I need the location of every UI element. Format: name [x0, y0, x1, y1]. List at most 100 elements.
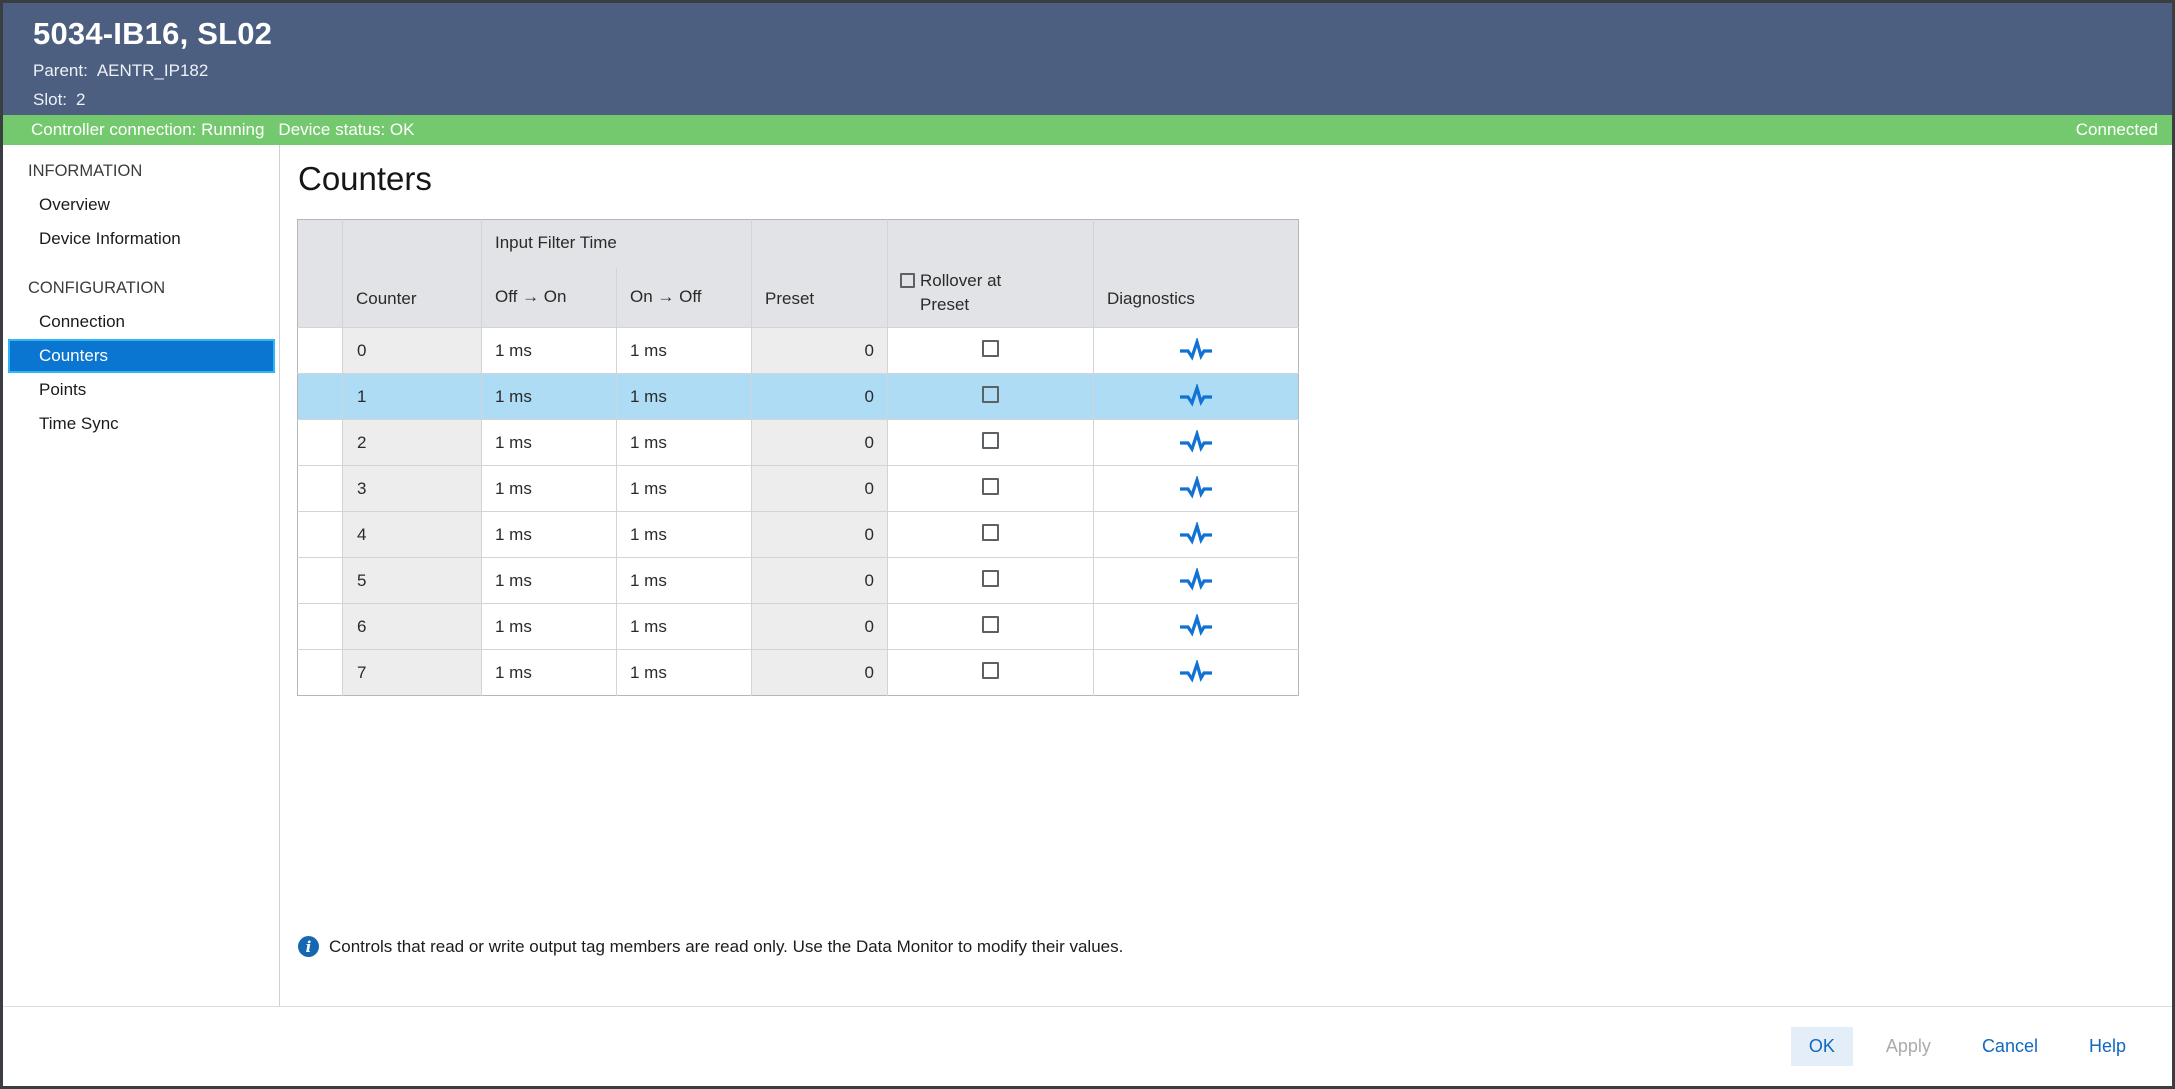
- filter-on-off-cell[interactable]: 1 ms: [617, 420, 752, 466]
- rollover-cell: [888, 512, 1094, 558]
- diagnostics-cell: [1094, 558, 1299, 604]
- slot-line: Slot:2: [33, 90, 2172, 110]
- filter-on-off-cell[interactable]: 1 ms: [617, 650, 752, 696]
- row-selector-cell[interactable]: [298, 512, 343, 558]
- preset-cell: 0: [752, 604, 888, 650]
- table-row: 4 1 ms 1 ms 0: [298, 512, 1299, 558]
- cancel-button[interactable]: Cancel: [1964, 1027, 2056, 1066]
- rollover-checkbox[interactable]: [982, 616, 999, 633]
- ok-button[interactable]: OK: [1791, 1027, 1853, 1066]
- readonly-note: i Controls that read or write output tag…: [298, 936, 1123, 957]
- parent-value: AENTR_IP182: [97, 61, 209, 80]
- page-title: Counters: [298, 160, 2172, 198]
- diagnostics-icon[interactable]: [1178, 476, 1214, 502]
- row-selector-cell[interactable]: [298, 466, 343, 512]
- row-selector-cell[interactable]: [298, 604, 343, 650]
- filter-on-off-cell[interactable]: 1 ms: [617, 558, 752, 604]
- parent-line: Parent:AENTR_IP182: [33, 61, 2172, 81]
- sidebar-section: CONFIGURATION ConnectionCountersPointsTi…: [3, 268, 279, 441]
- table-row: 6 1 ms 1 ms 0: [298, 604, 1299, 650]
- filter-off-on-cell[interactable]: 1 ms: [482, 374, 617, 420]
- row-selector-cell[interactable]: [298, 558, 343, 604]
- diagnostics-icon[interactable]: [1178, 430, 1214, 456]
- connection-status-badge: Connected: [2076, 120, 2158, 140]
- sidebar-item-overview[interactable]: Overview: [3, 188, 279, 222]
- table-row: 1 1 ms 1 ms 0: [298, 374, 1299, 420]
- rollover-cell: [888, 328, 1094, 374]
- sidebar-nav: INFORMATION OverviewDevice Information C…: [3, 145, 280, 1006]
- diagnostics-icon[interactable]: [1178, 660, 1214, 686]
- counters-table: Counter Input Filter Time Preset Rollove…: [297, 219, 1299, 696]
- sidebar-item-connection[interactable]: Connection: [3, 305, 279, 339]
- preset-cell: 0: [752, 328, 888, 374]
- slot-label: Slot:: [33, 90, 67, 109]
- title-bar: 5034-IB16, SL02 Parent:AENTR_IP182 Slot:…: [3, 3, 2172, 115]
- row-selector-cell[interactable]: [298, 650, 343, 696]
- sidebar-item-points[interactable]: Points: [3, 373, 279, 407]
- diagnostics-icon[interactable]: [1178, 384, 1214, 410]
- sidebar-item-time-sync[interactable]: Time Sync: [3, 407, 279, 441]
- diagnostics-cell: [1094, 604, 1299, 650]
- filter-off-on-cell[interactable]: 1 ms: [482, 558, 617, 604]
- header-diagnostics: Diagnostics: [1094, 220, 1299, 328]
- diagnostics-icon[interactable]: [1178, 614, 1214, 640]
- apply-button[interactable]: Apply: [1868, 1027, 1949, 1066]
- diagnostics-cell: [1094, 328, 1299, 374]
- rollover-cell: [888, 466, 1094, 512]
- status-bar: Controller connection: Running Device st…: [3, 115, 2172, 145]
- sidebar-section: INFORMATION OverviewDevice Information: [3, 151, 279, 256]
- diagnostics-cell: [1094, 420, 1299, 466]
- sidebar-section-title: CONFIGURATION: [3, 268, 279, 305]
- filter-off-on-cell[interactable]: 1 ms: [482, 604, 617, 650]
- diagnostics-icon[interactable]: [1178, 522, 1214, 548]
- header-row-selector: [298, 220, 343, 328]
- filter-off-on-cell[interactable]: 1 ms: [482, 512, 617, 558]
- row-selector-cell[interactable]: [298, 374, 343, 420]
- sidebar-item-counters[interactable]: Counters: [8, 339, 275, 373]
- row-selector-cell[interactable]: [298, 420, 343, 466]
- table-row: 2 1 ms 1 ms 0: [298, 420, 1299, 466]
- filter-on-off-cell[interactable]: 1 ms: [617, 328, 752, 374]
- preset-cell: 0: [752, 558, 888, 604]
- rollover-checkbox[interactable]: [982, 524, 999, 541]
- sidebar-item-device-information[interactable]: Device Information: [3, 222, 279, 256]
- header-counter: Counter: [343, 220, 482, 328]
- preset-cell: 0: [752, 512, 888, 558]
- filter-on-off-cell[interactable]: 1 ms: [617, 604, 752, 650]
- rollover-checkbox[interactable]: [982, 570, 999, 587]
- header-input-filter-time: Input Filter Time: [482, 220, 752, 268]
- filter-on-off-cell[interactable]: 1 ms: [617, 466, 752, 512]
- diagnostics-icon[interactable]: [1178, 568, 1214, 594]
- filter-off-on-cell[interactable]: 1 ms: [482, 328, 617, 374]
- rollover-cell: [888, 604, 1094, 650]
- preset-cell: 0: [752, 650, 888, 696]
- counter-cell: 6: [343, 604, 482, 650]
- filter-off-on-cell[interactable]: 1 ms: [482, 420, 617, 466]
- counter-cell: 0: [343, 328, 482, 374]
- diagnostics-icon[interactable]: [1178, 338, 1214, 364]
- counter-cell: 3: [343, 466, 482, 512]
- table-row: 0 1 ms 1 ms 0: [298, 328, 1299, 374]
- header-rollover-label: Rollover at Preset: [920, 269, 1050, 317]
- filter-off-on-cell[interactable]: 1 ms: [482, 466, 617, 512]
- main-content: Counters Counter Input Filter Time Prese…: [280, 145, 2172, 1006]
- rollover-checkbox[interactable]: [982, 478, 999, 495]
- sidebar-section-title: INFORMATION: [3, 151, 279, 188]
- rollover-checkbox[interactable]: [982, 386, 999, 403]
- rollover-cell: [888, 420, 1094, 466]
- counter-cell: 4: [343, 512, 482, 558]
- rollover-all-checkbox[interactable]: [900, 273, 915, 288]
- preset-cell: 0: [752, 466, 888, 512]
- controller-connection-status: Controller connection: Running: [31, 120, 264, 140]
- rollover-checkbox[interactable]: [982, 662, 999, 679]
- row-selector-cell[interactable]: [298, 328, 343, 374]
- footer-button-bar: OK Apply Cancel Help: [3, 1006, 2172, 1086]
- rollover-checkbox[interactable]: [982, 432, 999, 449]
- rollover-checkbox[interactable]: [982, 340, 999, 357]
- filter-on-off-cell[interactable]: 1 ms: [617, 512, 752, 558]
- help-button[interactable]: Help: [2071, 1027, 2144, 1066]
- filter-on-off-cell[interactable]: 1 ms: [617, 374, 752, 420]
- filter-off-on-cell[interactable]: 1 ms: [482, 650, 617, 696]
- counter-cell: 7: [343, 650, 482, 696]
- window-title: 5034-IB16, SL02: [33, 16, 2172, 52]
